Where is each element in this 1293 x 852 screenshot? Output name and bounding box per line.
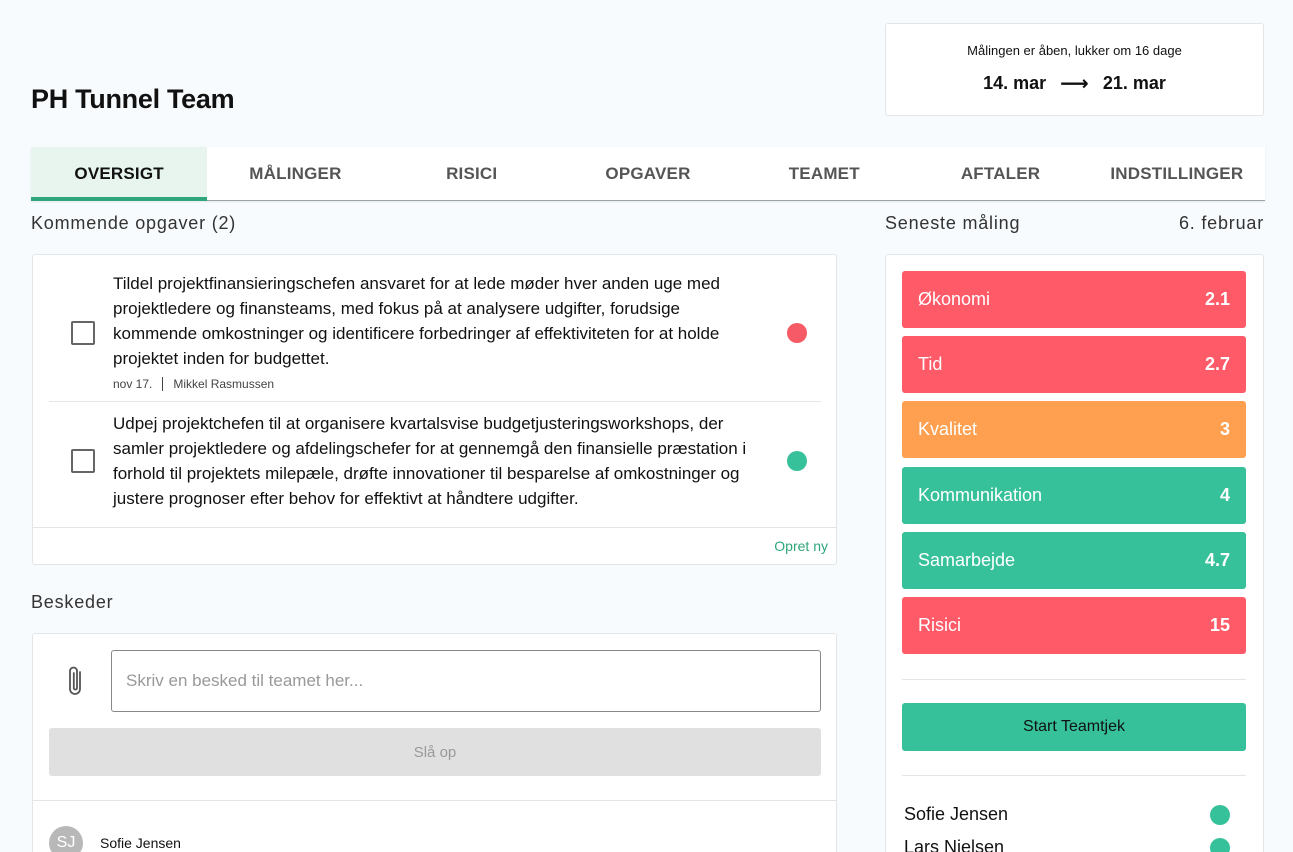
score-label: Tid: [918, 354, 943, 374]
messages-divider: [33, 800, 836, 801]
latest-measurement-date: 6. februar: [1178, 213, 1264, 233]
tab-indstillinger[interactable]: INDSTILLINGER: [1089, 147, 1265, 200]
tab-aftaler[interactable]: AFTALER: [912, 147, 1088, 200]
period-dates: 14. mar ⟶ 21. mar: [886, 71, 1263, 96]
score-row-tid[interactable]: Tid 2.7: [902, 336, 1246, 393]
score-row-oekonomi[interactable]: Økonomi 2.1: [902, 271, 1246, 328]
score-row-risici[interactable]: Risici 15: [902, 597, 1246, 654]
member-status-dot: [1210, 804, 1230, 825]
task-status-dot: [787, 323, 807, 343]
paperclip-icon[interactable]: [65, 664, 89, 698]
task-checkbox[interactable]: [71, 321, 95, 345]
team-title: PH Tunnel Team: [31, 84, 235, 114]
member-item[interactable]: Sofie Jensen: [904, 804, 1230, 825]
score-value: 4.7: [1204, 550, 1230, 570]
score-row-samarbejde[interactable]: Samarbejde 4.7: [902, 532, 1246, 589]
measurement-period-card: Målingen er åben, lukker om 16 dage 14. …: [885, 23, 1264, 116]
start-teamcheck-button[interactable]: Start Teamtjek: [902, 703, 1246, 751]
main-tabs: OVERSIGT MÅLINGER RISICI OPGAVER TEAMET …: [31, 147, 1265, 201]
arrow-right-icon: ⟶: [1060, 73, 1089, 95]
member-status-dot: [1210, 837, 1230, 852]
task-meta: nov 17. Mikkel Rasmussen: [113, 377, 274, 391]
score-row-kvalitet[interactable]: Kvalitet 3: [902, 401, 1246, 458]
meta-separator: [162, 377, 164, 391]
tab-opgaver[interactable]: OPGAVER: [560, 147, 736, 200]
score-value: 15: [1209, 615, 1230, 635]
period-status: Målingen er åben, lukker om 16 dage: [967, 43, 1182, 58]
tasks-card: Tildel projektfinansieringschefen ansvar…: [32, 254, 837, 565]
tab-risici[interactable]: RISICI: [384, 147, 560, 200]
latest-measurement-header: Seneste måling 6. februar: [885, 213, 1264, 234]
period-start: 14. mar: [983, 73, 1047, 93]
task-text: Tildel projektfinansieringschefen ansvar…: [113, 274, 720, 368]
scores-card: Økonomi 2.1 Tid 2.7 Kvalitet 3 Kommunika…: [885, 254, 1264, 852]
member-item[interactable]: Lars Nielsen: [904, 837, 1230, 852]
tasks-footer-divider: [33, 527, 836, 528]
score-label: Kommunikation: [918, 485, 1043, 505]
member-name: Lars Nielsen: [904, 837, 1005, 852]
post-message-button[interactable]: Slå op: [49, 728, 821, 776]
score-label: Risici: [918, 615, 961, 635]
task-date: nov 17.: [113, 377, 153, 391]
score-value: 2.7: [1204, 354, 1230, 374]
upcoming-tasks-heading: Kommende opgaver (2): [31, 213, 237, 233]
score-value: 3: [1219, 419, 1230, 439]
tab-maalinger[interactable]: MÅLINGER: [207, 147, 383, 200]
score-value: 2.1: [1204, 289, 1230, 309]
task-divider: [49, 401, 821, 402]
tab-teamet[interactable]: TEAMET: [736, 147, 912, 200]
task-checkbox[interactable]: [71, 449, 95, 473]
score-label: Samarbejde: [918, 550, 1016, 570]
members-divider: [902, 775, 1246, 776]
member-name: Sofie Jensen: [904, 804, 1009, 824]
tab-oversigt[interactable]: OVERSIGT: [31, 147, 208, 201]
create-task-link[interactable]: Opret ny: [774, 538, 828, 554]
task-assignee: Mikkel Rasmussen: [173, 377, 275, 391]
task-text: Udpej projektchefen til at organisere kv…: [113, 414, 747, 508]
task-status-dot: [787, 451, 807, 471]
scores-divider: [902, 679, 1246, 680]
message-input[interactable]: [111, 650, 821, 712]
period-end: 21. mar: [1102, 73, 1166, 93]
score-value: 4: [1219, 485, 1230, 505]
messages-card: Slå op SJ Sofie Jensen: [32, 633, 837, 852]
latest-measurement-heading: Seneste måling: [885, 213, 1021, 233]
score-row-kommunikation[interactable]: Kommunikation 4: [902, 467, 1246, 524]
avatar: SJ: [49, 826, 83, 852]
message-author: Sofie Jensen: [100, 835, 181, 851]
score-label: Økonomi: [918, 289, 991, 309]
messages-heading: Beskeder: [31, 592, 114, 612]
score-label: Kvalitet: [918, 419, 978, 439]
